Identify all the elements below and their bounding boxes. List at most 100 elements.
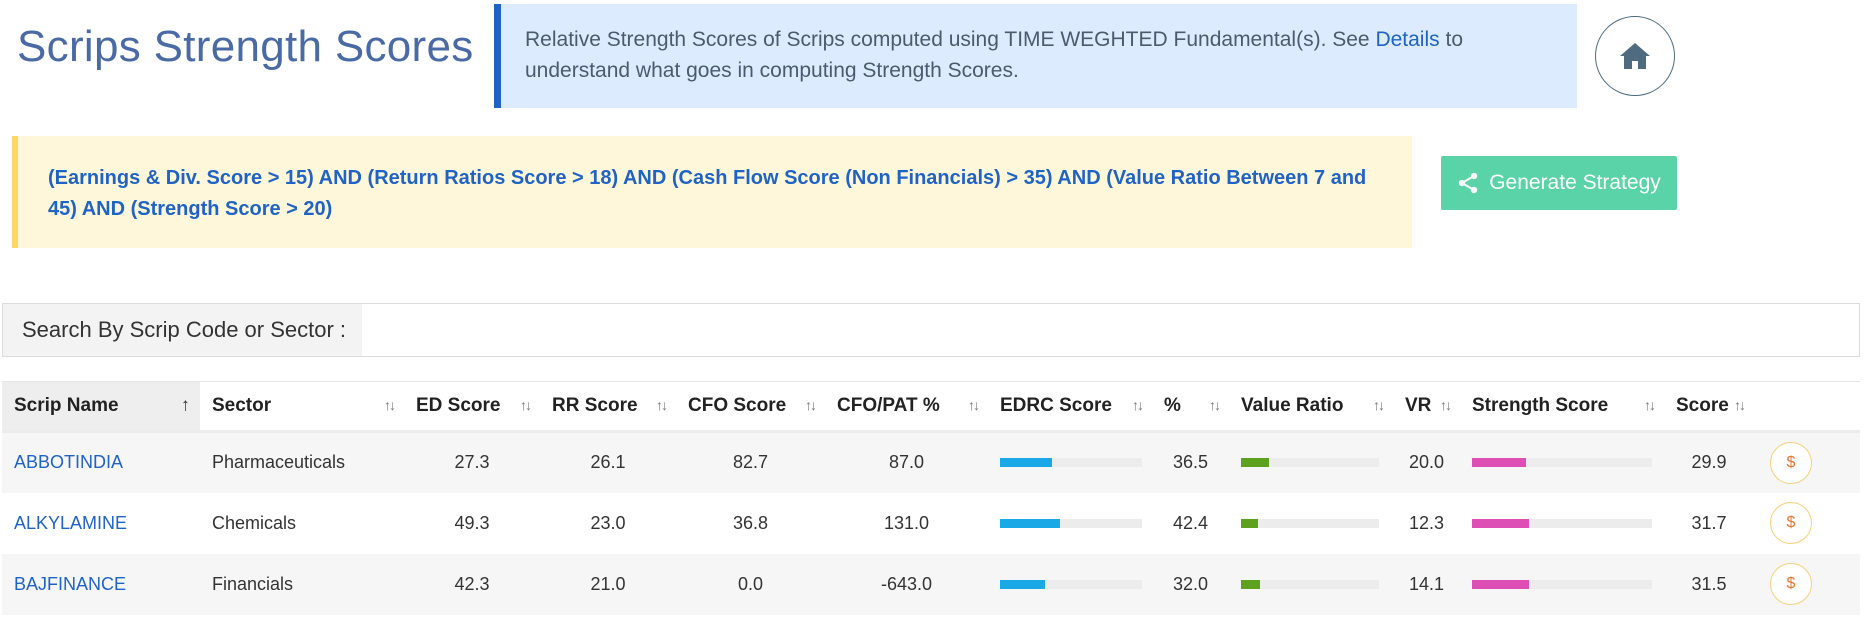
cell-action: $	[1754, 432, 1860, 493]
strength-progress-fill	[1472, 579, 1529, 589]
col-header-actions	[1754, 382, 1860, 432]
cell-vr-value: 12.3	[1408, 512, 1445, 533]
details-link[interactable]: Details	[1375, 28, 1439, 51]
value-ratio-progress-bar	[1241, 458, 1379, 468]
search-input[interactable]	[362, 304, 1859, 356]
generate-strategy-label: Generate Strategy	[1489, 171, 1661, 194]
col-header-value-ratio[interactable]: Value Ratio ↑↓	[1229, 382, 1393, 432]
cell-ed-score: 49.3	[454, 512, 490, 533]
sort-icon: ↑↓	[1644, 397, 1656, 414]
cell-sector: Pharmaceuticals	[212, 452, 346, 473]
value-ratio-progress-fill	[1241, 458, 1269, 468]
cell-rr-score: 26.1	[590, 452, 626, 473]
cell-scrip: BAJFINANCE	[2, 554, 200, 615]
home-icon	[1620, 43, 1650, 69]
cell-vr-bar	[1229, 554, 1393, 615]
edrc-progress-fill	[1000, 458, 1052, 468]
strength-progress-fill	[1472, 518, 1530, 528]
criteria-text[interactable]: (Earnings & Div. Score > 15) AND (Return…	[48, 163, 1386, 225]
strength-progress-fill	[1472, 458, 1526, 468]
strength-progress-bar	[1472, 458, 1652, 468]
scrip-link[interactable]: BAJFINANCE	[14, 574, 126, 594]
cell-cfo-pat: 131.0	[883, 512, 930, 533]
cell-score-value: 31.7	[1691, 512, 1727, 533]
col-header-strength-score[interactable]: Strength Score ↑↓	[1460, 382, 1664, 432]
col-header-edrc-score[interactable]: EDRC Score ↑↓	[988, 382, 1152, 432]
dollar-icon[interactable]: $	[1770, 502, 1812, 544]
cell-vr-bar	[1229, 493, 1393, 554]
cell-edrc-bar	[988, 493, 1152, 554]
col-header-sector[interactable]: Sector ↑↓	[200, 382, 404, 432]
sort-icon: ↑↓	[656, 397, 668, 414]
cell-cfo-pat: 87.0	[888, 452, 925, 473]
cell-scrip: ALKYLAMINE	[2, 493, 200, 554]
sort-icon: ↑↓	[520, 397, 532, 414]
col-header-rr-score[interactable]: RR Score ↑↓	[540, 382, 676, 432]
cell-rr-score: 21.0	[590, 573, 626, 594]
scrip-link[interactable]: ALKYLAMINE	[14, 513, 127, 533]
cell-vr-bar	[1229, 432, 1393, 493]
value-ratio-progress-fill	[1241, 518, 1258, 528]
scrip-link[interactable]: ABBOTINDIA	[14, 452, 123, 472]
cell-cfo-pat: -643.0	[880, 573, 933, 594]
info-text-before: Relative Strength Scores of Scrips compu…	[525, 28, 1376, 51]
cell-vr-value: 20.0	[1408, 452, 1445, 473]
edrc-progress-bar	[1000, 458, 1142, 468]
sort-icon: ↑↓	[1373, 397, 1385, 414]
scores-table: Scrip Name ↑ Sector ↑↓ ED Score ↑↓ RR Score…	[2, 381, 1860, 615]
cell-cfo-score: 82.7	[732, 452, 769, 473]
cell-strength-bar	[1460, 432, 1664, 493]
cell-strength-bar	[1460, 493, 1664, 554]
col-header-score[interactable]: Score ↑↓	[1664, 382, 1754, 432]
col-header-cfo-score[interactable]: CFO Score ↑↓	[676, 382, 825, 432]
table-header-row: Scrip Name ↑ Sector ↑↓ ED Score ↑↓ RR Score…	[2, 381, 1860, 432]
table-row[interactable]: BAJFINANCE Financials 42.3 21.0 0.0 -643.0 32.…	[2, 553, 1860, 615]
dollar-icon[interactable]: $	[1770, 563, 1812, 605]
cell-score-value: 31.5	[1691, 573, 1727, 594]
cell-ed-score: 27.3	[454, 452, 490, 473]
col-header-percent[interactable]: % ↑↓	[1152, 382, 1229, 432]
cell-scrip: ABBOTINDIA	[2, 432, 200, 493]
sort-icon: ↑↓	[968, 397, 980, 414]
sort-asc-icon: ↑	[181, 394, 190, 415]
page-title: Scrips Strength Scores	[17, 22, 474, 71]
cell-edrc-value: 36.5	[1172, 452, 1209, 473]
col-header-vr[interactable]: VR ↑↓	[1393, 382, 1460, 432]
sort-icon: ↑↓	[1132, 397, 1144, 414]
cell-strength-bar	[1460, 554, 1664, 615]
cell-vr-value: 14.1	[1408, 573, 1445, 594]
cell-edrc-bar	[988, 432, 1152, 493]
col-header-cfo-pat[interactable]: CFO/PAT % ↑↓	[825, 382, 988, 432]
share-icon	[1458, 172, 1478, 194]
sort-icon: ↑↓	[384, 397, 396, 414]
generate-strategy-button[interactable]: Generate Strategy	[1441, 156, 1677, 210]
edrc-progress-fill	[1000, 579, 1046, 589]
cell-sector: Chemicals	[212, 512, 297, 533]
criteria-banner: (Earnings & Div. Score > 15) AND (Return…	[12, 136, 1412, 248]
cell-cfo-score: 36.8	[732, 512, 769, 533]
strength-progress-bar	[1472, 579, 1652, 589]
cell-edrc-value: 32.0	[1172, 573, 1209, 594]
dollar-icon[interactable]: $	[1770, 441, 1812, 484]
cell-action: $	[1754, 554, 1860, 615]
table-row[interactable]: ALKYLAMINE Chemicals 49.3 23.0 36.8 131.0 42.4…	[2, 492, 1860, 554]
cell-sector: Financials	[212, 573, 294, 594]
search-label: Search By Scrip Code or Sector :	[3, 304, 363, 356]
cell-score-value: 29.9	[1691, 452, 1727, 473]
home-button[interactable]	[1595, 16, 1675, 96]
table-row[interactable]: ABBOTINDIA Pharmaceuticals 27.3 26.1 82.7 87.…	[2, 431, 1860, 493]
cell-ed-score: 42.3	[454, 573, 490, 594]
col-header-scrip-name[interactable]: Scrip Name ↑	[2, 381, 200, 432]
cell-cfo-score: 0.0	[737, 573, 764, 594]
col-header-ed-score[interactable]: ED Score ↑↓	[404, 382, 540, 432]
cell-action: $	[1754, 493, 1860, 554]
edrc-progress-bar	[1000, 579, 1142, 589]
info-banner: Relative Strength Scores of Scrips compu…	[494, 4, 1577, 108]
cell-edrc-bar	[988, 554, 1152, 615]
edrc-progress-bar	[1000, 518, 1142, 528]
sort-icon: ↑↓	[805, 397, 817, 414]
value-ratio-progress-bar	[1241, 579, 1379, 589]
search-bar: Search By Scrip Code or Sector :	[2, 303, 1860, 357]
sort-icon: ↑↓	[1440, 397, 1452, 414]
cell-rr-score: 23.0	[590, 512, 626, 533]
